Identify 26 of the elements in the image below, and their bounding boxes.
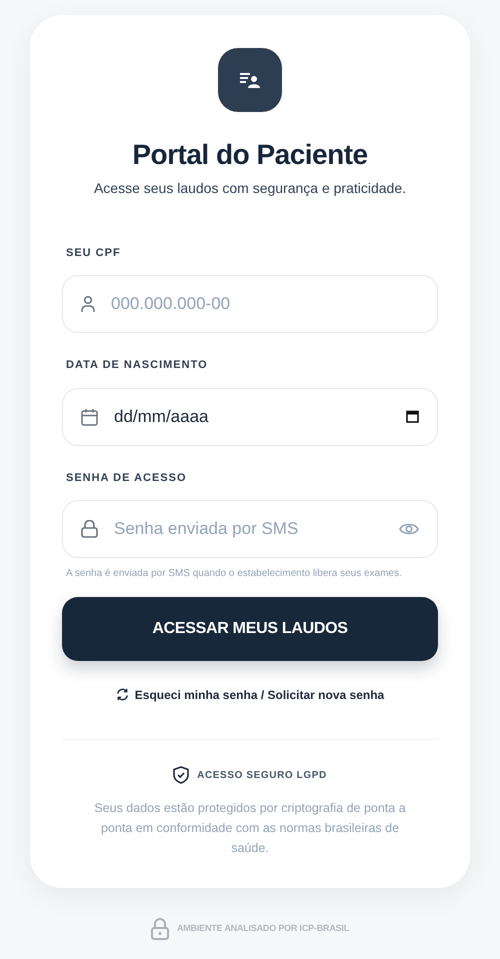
field-label: SEU CPF [66, 246, 122, 261]
password-field[interactable]: Senha enviada por SMS [62, 500, 438, 558]
show-password-button[interactable] [399, 522, 419, 536]
hint-text: A senha é enviada por SMS quando o estabelecimento libera seus exames. [66, 567, 403, 582]
refresh-icon [116, 688, 129, 702]
input-field[interactable]: 000.000.000-00 [109, 290, 419, 318]
birth-date-field[interactable]: dd/mm/aaaa [62, 388, 438, 446]
footer-text: AMBIENTE ANALISADO POR ICP-BRASIL [176, 922, 350, 936]
cpf-field[interactable]: 000.000.000-00 [62, 275, 438, 334]
subtitle: Acesse seus laudos com segurança e praticidade. [94, 178, 406, 198]
logo-icon [218, 48, 282, 112]
input-field[interactable]: Senha enviada por SMS [112, 515, 385, 543]
lock-icon [81, 520, 98, 538]
security-text: Seus dados estão protegidos por criptografia de ponta a ponta em conformidade com as normas brasileiras de saúde. [93, 800, 407, 858]
shield-icon [173, 766, 190, 784]
field-label: DATA DE NASCIMENTO [66, 358, 209, 374]
security-title: ACESSO SEGURO LGPD [197, 768, 327, 783]
lock-icon [150, 918, 169, 940]
forgot-password-link[interactable]: Esqueci minha senha / Solicitar nova senha [116, 686, 384, 704]
input-field[interactable]: dd/mm/aaaa [112, 402, 392, 430]
page-title: Portal do Paciente [132, 138, 368, 172]
calendar-icon [81, 408, 98, 426]
field-label: SENHA DE ACESSO [66, 470, 188, 486]
login-button[interactable]: ACESSAR MEUS LAUDOS [62, 597, 438, 662]
user-icon [81, 295, 95, 314]
calendar-picker-icon[interactable] [406, 410, 419, 424]
